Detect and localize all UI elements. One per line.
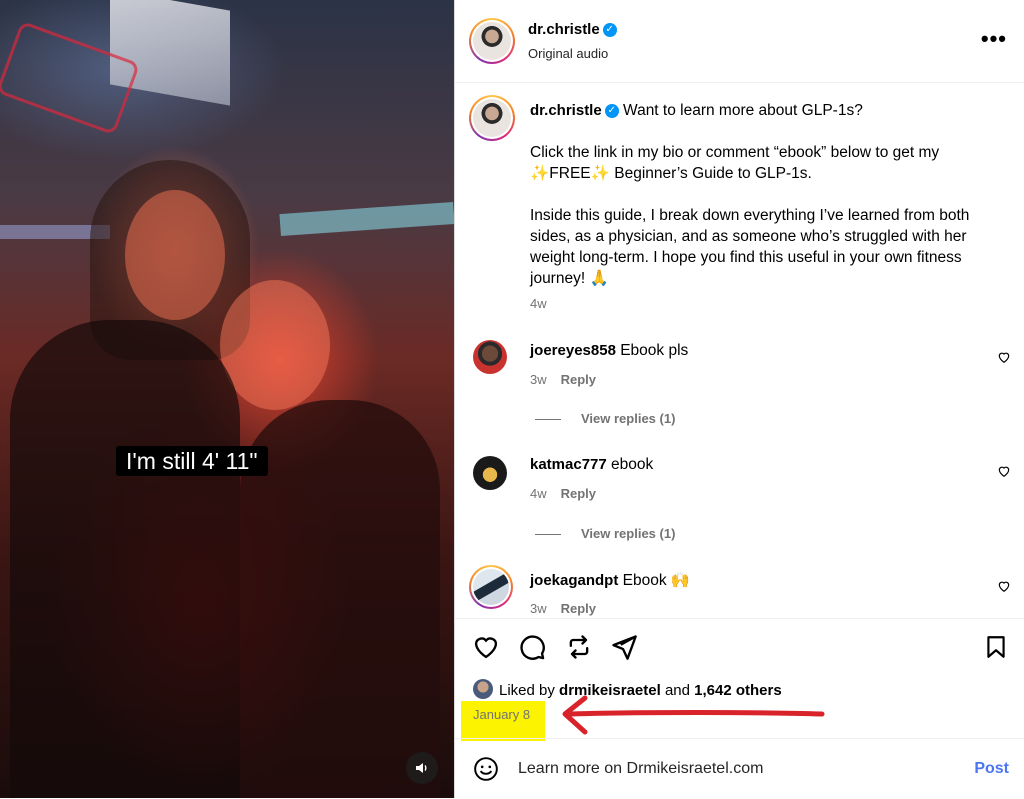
caption-line: journey! 🙏 <box>530 270 609 287</box>
verified-badge-icon: ✓ <box>602 22 617 37</box>
share-send-icon[interactable] <box>610 633 638 661</box>
comment-time: 4w <box>530 486 547 501</box>
author-username[interactable]: dr.christle <box>528 21 600 38</box>
comment-username[interactable]: joekagandpt <box>530 572 618 589</box>
post-caption: dr.christle ✓ Want to learn more about GL… <box>530 100 1000 314</box>
reel-video[interactable]: I'm still 4' 11" <box>0 0 454 798</box>
author-avatar[interactable] <box>469 18 515 64</box>
post-date: January 8 <box>461 701 545 741</box>
heart-icon[interactable] <box>997 579 1011 593</box>
caption-username[interactable]: dr.christle <box>530 102 602 119</box>
caption-line: ✨FREE✨ Beginner’s Guide to GLP-1s. <box>530 165 812 182</box>
liker-avatar[interactable] <box>473 679 493 699</box>
person-left-body <box>10 320 240 798</box>
comment-time: 3w <box>530 372 547 387</box>
volume-button[interactable] <box>406 752 438 784</box>
caption-timestamp: 4w <box>530 296 547 311</box>
person-right-face <box>220 280 330 410</box>
caption-avatar[interactable] <box>469 95 515 141</box>
person-left-face <box>125 190 225 320</box>
commenter-avatar[interactable] <box>473 340 507 374</box>
emoji-icon[interactable] <box>473 756 499 782</box>
reply-button[interactable]: Reply <box>561 486 596 501</box>
person-right-body <box>240 400 440 798</box>
audio-label[interactable]: Original audio <box>528 46 608 61</box>
post-button[interactable]: Post <box>974 760 1009 778</box>
reply-button[interactable]: Reply <box>561 372 596 387</box>
repost-icon[interactable] <box>565 633 593 661</box>
add-comment-bar: Learn more on Drmikeisraetel.com Post <box>455 738 1024 799</box>
video-caption: I'm still 4' 11" <box>116 446 268 476</box>
comment-item: joereyes858 Ebook pls 3w Reply <box>455 340 1024 402</box>
heart-icon[interactable] <box>997 350 1011 364</box>
more-options-icon[interactable]: ••• <box>981 26 1007 52</box>
reply-button[interactable]: Reply <box>561 601 596 616</box>
caption-line: sides, as a physician, and as someone wh… <box>530 228 967 245</box>
arena-rail <box>279 201 454 237</box>
caption-line: Want to learn more about GLP-1s? <box>623 102 863 119</box>
comment-text: Ebook 🙌 <box>622 572 691 589</box>
commenter-avatar[interactable] <box>473 456 507 490</box>
speaker-icon <box>416 763 427 773</box>
verified-badge-icon: ✓ <box>604 103 619 118</box>
likes-prefix: Liked by <box>499 682 555 699</box>
post-header: dr.christle ✓ Original audio ••• <box>455 0 1024 83</box>
bookmark-icon[interactable] <box>983 633 1009 661</box>
comment-input[interactable]: Learn more on Drmikeisraetel.com <box>518 760 763 778</box>
caption-line: Click the link in my bio or comment “ebo… <box>530 144 940 161</box>
comment-item: katmac777 ebook 4w Reply <box>455 456 1024 516</box>
caption-line: weight long-term. I hope you find this u… <box>530 249 962 266</box>
comment-time: 3w <box>530 601 547 616</box>
red-arrow-annotation <box>562 695 825 735</box>
like-heart-icon[interactable] <box>472 633 500 661</box>
view-replies-button[interactable]: View replies (1) <box>535 411 675 426</box>
commenter-avatar[interactable] <box>469 565 513 609</box>
comment-text: ebook <box>611 456 654 473</box>
view-replies-button[interactable]: View replies (1) <box>535 526 675 541</box>
comment-bubble-icon[interactable] <box>518 633 546 661</box>
heart-icon[interactable] <box>997 464 1011 478</box>
comment-text: Ebook pls <box>620 342 689 359</box>
post-panel: dr.christle ✓ Original audio ••• dr.chris… <box>454 0 1024 798</box>
caption-line: Inside this guide, I break down everythi… <box>530 207 970 224</box>
comment-username[interactable]: katmac777 <box>530 456 607 473</box>
comment-username[interactable]: joereyes858 <box>530 342 616 359</box>
